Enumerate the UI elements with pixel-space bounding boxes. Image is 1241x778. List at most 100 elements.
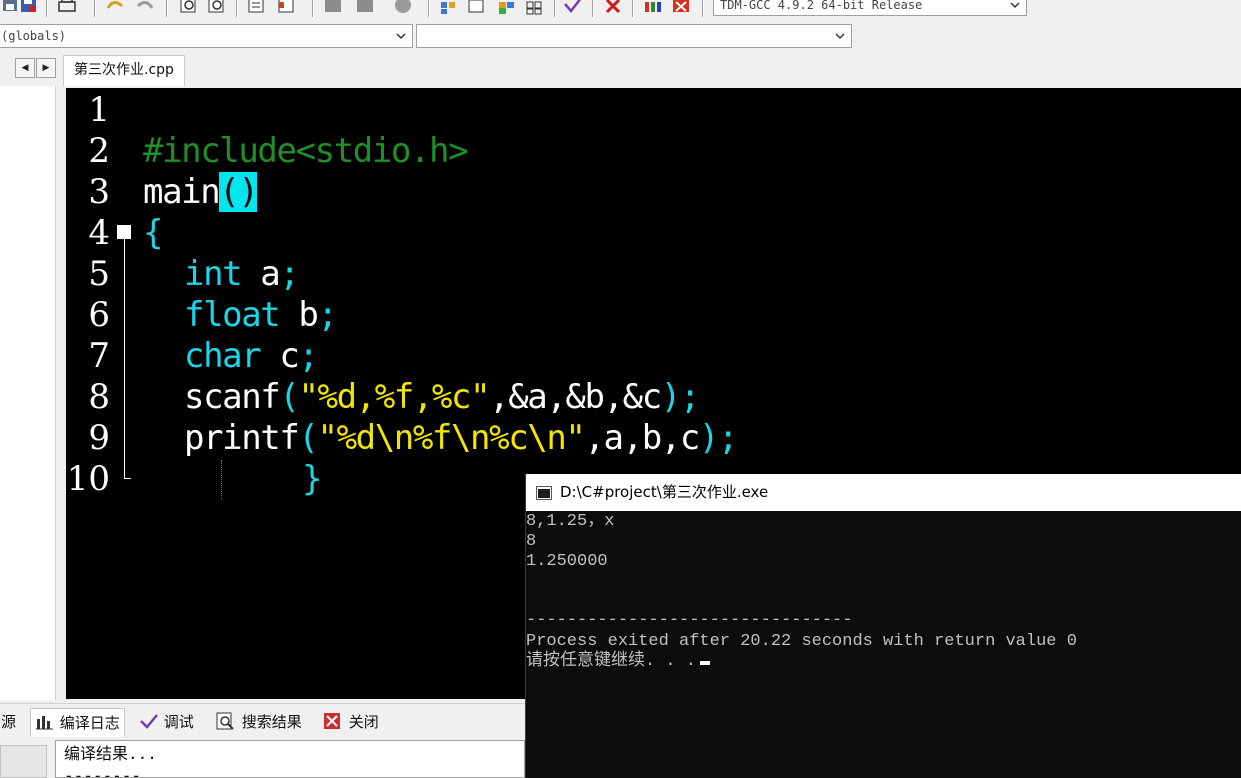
indent-guide [221, 460, 222, 500]
console-prompt-line: 请按任意键继续. . . [526, 652, 711, 672]
tab-search-results-label: 搜索结果 [241, 713, 302, 731]
project-panel [0, 86, 56, 700]
new-class-icon[interactable] [438, 0, 460, 16]
member-combo[interactable] [416, 24, 852, 48]
goto-bookmark-icon[interactable] [524, 0, 546, 16]
console-window[interactable]: D:\C#project\第三次作业.exe 8,1.25，x 8 1.2500… [525, 474, 1241, 778]
goto-icon[interactable] [246, 0, 268, 16]
close-panel-icon [324, 713, 340, 729]
tab-resources[interactable]: 资源 [0, 708, 16, 736]
line-number: 8 [88, 377, 110, 417]
identifier-token: b [279, 295, 318, 335]
chart-icon[interactable] [642, 0, 664, 16]
fold-end [124, 478, 131, 479]
bottom-panel-tabs: 资源 编译日志 调试 搜索结果 关闭 [0, 703, 525, 740]
string-token: "%d,%f,%c" [298, 377, 490, 417]
console-line: Process exited after 20.22 seconds with … [526, 632, 1077, 651]
tab-debug-label: 调试 [163, 713, 194, 731]
code-line-5: int a; [184, 254, 300, 294]
insert-icon[interactable] [466, 0, 488, 16]
tab-close-label: 关闭 [348, 713, 379, 731]
bottom-side-widget [0, 745, 47, 778]
symbol-token: ( [298, 418, 318, 458]
keyword-token: char [184, 336, 262, 376]
compile-log-output[interactable]: 编译结果... -------- [55, 740, 525, 778]
scope-combo[interactable]: (globals) [0, 24, 413, 48]
chart-icon [36, 716, 53, 730]
tab-close[interactable]: 关闭 [322, 708, 379, 736]
close-file-icon[interactable] [18, 0, 40, 16]
code-line-3: main() [143, 172, 259, 212]
compile-icon[interactable] [322, 0, 344, 16]
code-line-6: float b; [184, 295, 338, 335]
identifier-token: a [241, 254, 280, 294]
symbol-token: ( [279, 377, 299, 417]
symbol-token: ; [279, 254, 299, 294]
console-app-icon [536, 486, 552, 500]
code-line-9: printf("%d\n%f\n%c\n",a,b,c); [184, 418, 739, 458]
preprocessor-token: #include<stdio.h> [143, 131, 469, 171]
run-icon[interactable] [354, 0, 376, 16]
delete-icon[interactable] [602, 0, 624, 16]
profile-delete-icon[interactable] [670, 0, 692, 16]
fold-line [124, 239, 125, 479]
tab-compile-log-label: 编译日志 [59, 714, 120, 732]
console-cursor [700, 661, 711, 665]
identifier-token: scanf [184, 377, 281, 417]
bookmark-icon[interactable] [276, 0, 298, 16]
line-number: 3 [88, 172, 110, 212]
editor-tabs-bar: ◀ ▶ 第三次作业.cpp [0, 53, 1241, 86]
fold-marker[interactable] [117, 225, 131, 239]
compiler-select-value: TDM-GCC 4.9.2 64-bit Release [720, 0, 923, 12]
stop-icon[interactable] [392, 0, 414, 16]
tab-scroll-left-button[interactable]: ◀ [15, 58, 35, 78]
redo-icon[interactable] [134, 0, 156, 16]
check-syntax-icon[interactable] [562, 0, 584, 16]
toggle-bookmark-icon[interactable] [496, 0, 518, 16]
line-number: 10 [66, 459, 110, 499]
tab-compile-log[interactable]: 编译日志 [30, 708, 125, 737]
tab-resources-label: 资源 [0, 713, 17, 731]
tab-file[interactable]: 第三次作业.cpp [63, 55, 185, 86]
console-line: 8,1.25，x [526, 512, 615, 531]
chevron-down-icon [396, 33, 406, 40]
identifier-token: c [260, 336, 299, 376]
print-icon[interactable] [56, 0, 78, 16]
check-icon [140, 714, 158, 729]
compile-log-line: -------- [64, 766, 142, 778]
code-line-7: char c; [184, 336, 319, 376]
tab-search-results[interactable]: 搜索结果 [215, 708, 302, 736]
line-number: 9 [88, 418, 110, 458]
console-line: 8 [526, 532, 537, 551]
console-title-bar[interactable]: D:\C#project\第三次作业.exe [526, 474, 1241, 511]
identifier-token: printf [184, 418, 300, 458]
code-line-4: { [143, 213, 163, 253]
identifier-token: ,&a,&b,&c [489, 377, 662, 417]
compiler-select[interactable]: TDM-GCC 4.9.2 64-bit Release [713, 0, 1027, 16]
tab-debug[interactable]: 调试 [139, 708, 194, 736]
main-toolbar: TDM-GCC 4.9.2 64-bit Release [0, 0, 1030, 19]
symbol-token: ; [317, 295, 338, 335]
replace-icon[interactable] [206, 0, 228, 16]
console-prompt: 请按任意键继续. . . [526, 652, 697, 671]
line-number: 4 [88, 213, 110, 253]
undo-icon[interactable] [104, 0, 126, 16]
find-icon[interactable] [178, 0, 200, 16]
brace-token: } [302, 459, 322, 499]
console-output[interactable]: 8,1.25，x 8 1.250000 --------------------… [526, 511, 1241, 778]
console-separator: -------------------------------- [526, 611, 853, 630]
line-number: 2 [88, 131, 110, 171]
matched-parens: () [219, 172, 259, 212]
find-icon [216, 712, 234, 730]
keyword-token: int [184, 254, 243, 294]
line-number: 7 [88, 336, 110, 376]
console-title: D:\C#project\第三次作业.exe [560, 483, 769, 501]
line-number: 5 [88, 254, 110, 294]
symbol-token: ); [698, 418, 739, 458]
symbol-token: ); [660, 377, 701, 417]
line-number: 1 [88, 90, 110, 130]
line-number: 6 [88, 295, 110, 335]
brace-token: { [143, 213, 163, 253]
string-token: "%d\n%f\n%c\n" [317, 418, 586, 458]
tab-scroll-right-button[interactable]: ▶ [36, 58, 56, 78]
